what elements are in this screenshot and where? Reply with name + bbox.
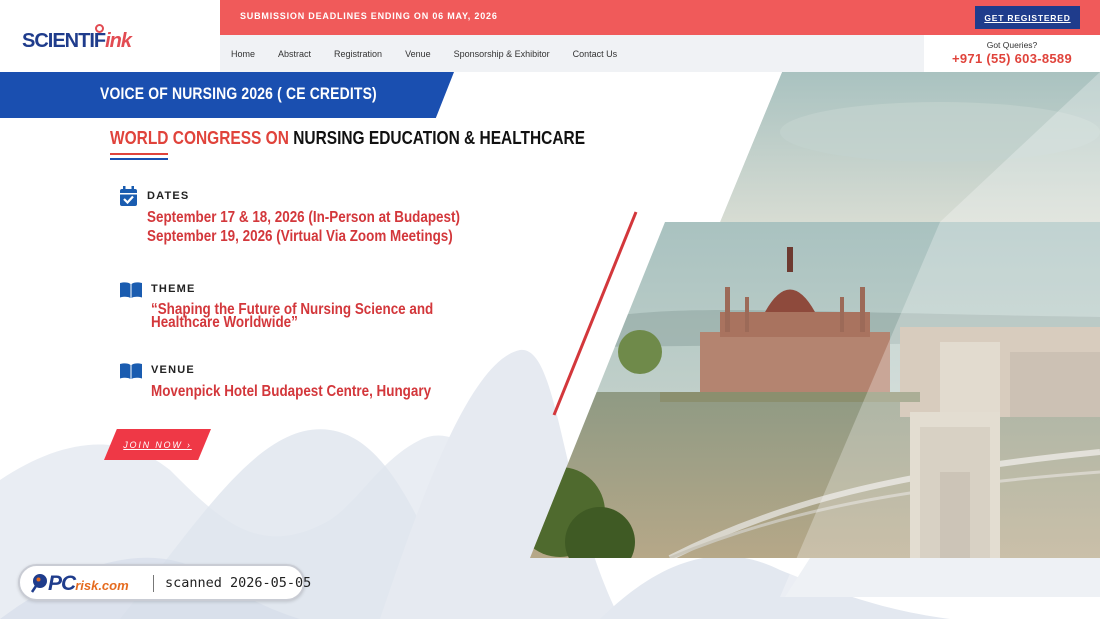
open-book-icon [120,363,142,379]
theme-value: “Shaping the Future of Nursing Science a… [151,301,434,331]
theme-label: THEME [151,283,196,295]
pcrisk-scan-badge: PCrisk.com scanned 2026-05-05 [18,564,311,601]
phone-link[interactable]: +971 (55) 603-8589 [924,51,1100,66]
scan-date-text: scanned 2026-05-05 [165,575,312,591]
dates-in-person: September 17 & 18, 2026 (In-Person at Bu… [147,209,460,226]
calendar-check-icon [120,186,137,206]
congress-headline: WORLD CONGRESS ON NURSING EDUCATION & HE… [110,128,585,149]
join-now-button[interactable]: JOIN NOW › [104,429,211,460]
contact-box: Got Queries? +971 (55) 603-8589 [924,35,1100,72]
venue-value: Movenpick Hotel Budapest Centre, Hungary [151,383,432,400]
submission-deadline-notice: SUBMISSION DEADLINES ENDING ON 06 MAY, 2… [240,11,498,21]
headline-underline-blue [110,158,168,160]
badge-divider [153,575,154,592]
scientifink-logo[interactable]: SCIENTIFink [0,0,220,72]
budapest-hero-image [530,72,1100,597]
main-nav: Home Abstract Registration Venue Sponsor… [220,35,924,72]
headline-main: NURSING EDUCATION & HEALTHCARE [293,128,586,148]
headline-underline-red [110,153,168,155]
dates-label: DATES [147,190,190,202]
nav-registration[interactable]: Registration [334,49,382,59]
headline-prefix: WORLD CONGRESS ON [110,128,289,148]
nav-home[interactable]: Home [231,49,255,59]
event-title-ribbon: VOICE OF NURSING 2026 ( CE CREDITS) [0,72,454,118]
nav-abstract[interactable]: Abstract [278,49,311,59]
open-book-icon [120,282,142,298]
logo-text: SCIENTIFink [22,30,132,52]
pcrisk-logo: PCrisk.com [48,572,129,595]
nav-sponsorship[interactable]: Sponsorship & Exhibitor [454,49,550,59]
event-title: VOICE OF NURSING 2026 ( CE CREDITS) [100,84,377,103]
get-registered-button[interactable]: GET REGISTERED [975,6,1080,29]
nav-venue[interactable]: Venue [405,49,431,59]
announcement-bar: SUBMISSION DEADLINES ENDING ON 06 MAY, 2… [220,0,1100,35]
magnifier-icon [30,574,47,593]
nav-contact[interactable]: Contact Us [573,49,618,59]
queries-label: Got Queries? [986,40,1038,50]
dates-virtual: September 19, 2026 (Virtual Via Zoom Mee… [147,228,453,245]
venue-label: VENUE [151,364,195,376]
